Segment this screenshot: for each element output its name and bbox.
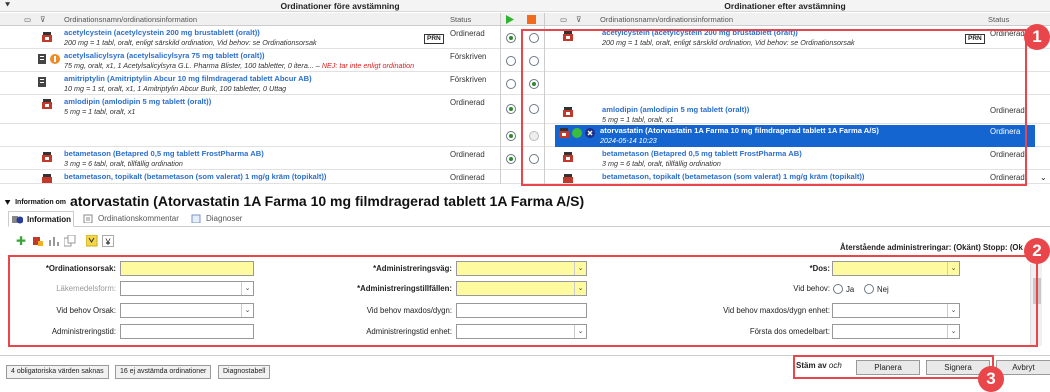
right-status-column[interactable]: Status: [988, 13, 1009, 26]
grid-icon[interactable]: ▭: [560, 13, 567, 26]
info-tab-icon: [12, 216, 23, 224]
add-icon[interactable]: ✚: [16, 235, 28, 247]
left-name-column[interactable]: Ordinationsnamn/ordinationsinformation: [64, 13, 197, 26]
filter-icon[interactable]: ⊽: [576, 13, 582, 26]
pill-bottle-icon: [42, 99, 52, 109]
pill-bottle-icon: [42, 32, 52, 42]
info-tabs: Information Ordinationskommentar Diagnos…: [8, 211, 1050, 227]
grid-icon[interactable]: ▭: [24, 13, 31, 26]
missing-values-button[interactable]: 4 obligatoriska värden saknas: [6, 365, 109, 379]
comment-icon: [83, 214, 93, 223]
drug-name[interactable]: amlodipin (amlodipin 5 mg tablett (oralt…: [64, 97, 444, 107]
unreconciled-button[interactable]: 16 ej avstämda ordinationer: [115, 365, 212, 379]
drug-name[interactable]: acetylsalicylsyra (acetylsalicylsyra 75 …: [64, 51, 446, 61]
step-badge-3: 3: [978, 366, 1004, 392]
drug-details: 200 mg = 1 tabl, oralt, enligt särskild …: [64, 38, 317, 47]
accept-radio[interactable]: [506, 56, 516, 66]
diagnosis-icon: [191, 214, 201, 223]
tab-diagnoser[interactable]: Diagnoser: [188, 211, 256, 227]
warning-text: NEJ: tar inte enligt ordination: [321, 61, 415, 70]
prescription-icon: [38, 77, 48, 87]
drug-name[interactable]: betametason (Betapred 0,5 mg tablett Fro…: [64, 149, 444, 159]
accept-radio[interactable]: [506, 79, 516, 89]
stop-icon[interactable]: [527, 15, 536, 24]
status-text: Ordinerad: [450, 29, 485, 38]
remaining-administrations: Återstående administreringar: (Okänt) St…: [840, 243, 1023, 252]
play-icon[interactable]: [506, 15, 514, 24]
highlight-box-3: [793, 355, 994, 379]
chart-icon[interactable]: [48, 235, 60, 247]
left-status-column[interactable]: Status: [450, 13, 471, 26]
panel-header-bar: ⯆ Ordinationer före avstämning Ordinatio…: [0, 0, 1050, 12]
status-text: Ordinerad: [450, 98, 485, 107]
highlight-box-1: [521, 29, 1027, 186]
info-heading: ⯆ Information om atorvastatin (Atorvasta…: [4, 193, 584, 209]
status-text: Ordinerad: [450, 173, 485, 182]
accept-radio[interactable]: [506, 104, 516, 114]
expand-icon[interactable]: ¥: [102, 235, 114, 247]
status-text: Förskriven: [450, 52, 487, 61]
left-panel-title: Ordinationer före avstämning: [280, 1, 400, 11]
copy-icon[interactable]: [64, 235, 76, 247]
pill-bottle-icon: [42, 174, 52, 183]
filter-icon[interactable]: ⊽: [40, 13, 46, 26]
prescription-icon: [38, 54, 48, 64]
collapse-icon[interactable]: ⯆: [4, 198, 11, 208]
accept-radio[interactable]: [506, 131, 516, 141]
warning-icon: [50, 54, 60, 64]
accept-radio[interactable]: [506, 33, 516, 43]
pill-bottle-icon: [42, 152, 52, 162]
sort-down-icon[interactable]: [86, 235, 98, 247]
avbryt-button[interactable]: Avbryt: [996, 360, 1050, 375]
drug-details: 75 mg, oralt, x1, 1 Acetylsalicylsyra G.…: [64, 61, 320, 70]
right-column-header: ▭ ⊽ Ordinationsnamn/ordinationsinformati…: [544, 13, 1050, 26]
collapse-icon[interactable]: ⯆: [4, 0, 11, 11]
status-text: Ordinerad: [450, 150, 485, 159]
right-name-column[interactable]: Ordinationsnamn/ordinationsinformation: [600, 13, 733, 26]
status-text: Förskriven: [450, 75, 487, 84]
accept-radio[interactable]: [506, 154, 516, 164]
drug-details: 10 mg = 1 st, oralt, x1, 1 Amitriptylin …: [64, 84, 287, 93]
info-prefix: Information om: [15, 198, 67, 206]
pill-edit-icon[interactable]: [32, 235, 44, 247]
drug-details: 3 mg = 6 tabl, oralt, tillfällig ordinat…: [64, 159, 183, 168]
drug-details: 5 mg = 1 tabl, oralt, x1: [64, 107, 136, 116]
info-title: atorvastatin (Atorvastatin 1A Farma 10 m…: [69, 193, 585, 209]
drug-name[interactable]: acetylcystein (acetylcystein 200 mg brus…: [64, 28, 442, 38]
drug-name[interactable]: amitriptylin (Amitriptylin Abcur 10 mg f…: [64, 74, 444, 84]
divider: [500, 13, 501, 184]
scroll-down-icon[interactable]: ⌄: [1040, 173, 1047, 182]
prn-badge: PRN: [424, 34, 444, 44]
right-panel-title: Ordinationer efter avstämning: [724, 1, 846, 11]
left-column-header: ▭ ⊽ Ordinationsnamn/ordinationsinformati…: [0, 13, 500, 26]
accept-column-header: [500, 13, 520, 26]
highlight-box-2: [8, 255, 1038, 347]
step-badge-1: 1: [1024, 24, 1050, 50]
tab-information[interactable]: Information: [8, 211, 74, 227]
drug-name[interactable]: betametason, topikalt (betametason (som …: [64, 172, 444, 182]
tab-ordinationskommentar[interactable]: Ordinationskommentar: [80, 211, 184, 227]
step-badge-2: 2: [1024, 238, 1050, 264]
reject-column-header: [520, 13, 544, 26]
diagnostabell-button[interactable]: Diagnostabell: [218, 365, 271, 379]
